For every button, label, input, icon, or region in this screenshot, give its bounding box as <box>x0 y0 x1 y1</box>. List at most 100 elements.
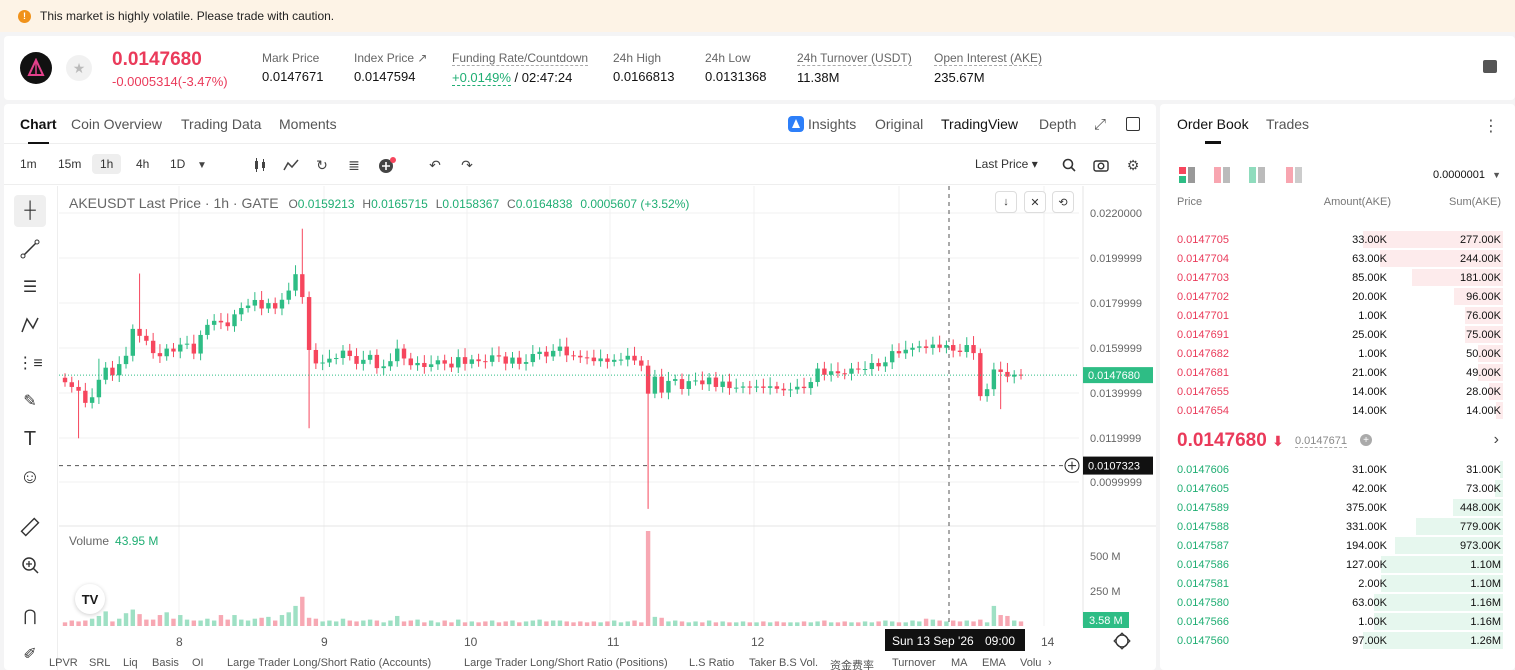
magnet-icon[interactable]: ⋂ <box>14 600 46 632</box>
ruler-icon[interactable] <box>14 511 46 543</box>
interval-1m[interactable]: 1m <box>20 157 37 171</box>
view-bids-icon[interactable] <box>1249 167 1265 188</box>
redo-icon[interactable]: ↷ <box>458 156 476 174</box>
compare-icon[interactable]: ↻ <box>313 156 331 174</box>
tab-trades[interactable]: Trades <box>1266 116 1309 132</box>
bid-row[interactable]: 0.0147605 42.00K 73.00K <box>1160 479 1515 498</box>
ind-lpvr[interactable]: LPVR <box>49 657 78 669</box>
bid-row[interactable]: 0.0147589 375.00K 448.00K <box>1160 498 1515 517</box>
precision-chevron-icon[interactable]: ▼ <box>1492 170 1501 180</box>
text-tool-icon[interactable]: T <box>14 423 46 455</box>
bid-row[interactable]: 0.0147606 31.00K 31.00K <box>1160 460 1515 479</box>
candle-body <box>991 369 997 390</box>
tab-trading-data[interactable]: Trading Data <box>181 116 261 132</box>
view-asks-icon[interactable] <box>1214 167 1230 188</box>
interval-1h[interactable]: 1h <box>92 154 122 174</box>
ask-row[interactable]: 0.0147655 14.00K 28.00K <box>1160 382 1515 401</box>
interval-15m[interactable]: 15m <box>58 157 81 171</box>
mid-price[interactable]: 0.0147680 ⬇ <box>1177 430 1284 452</box>
ind-ema[interactable]: EMA <box>982 657 1006 669</box>
stat-label: Index Price ↗ <box>354 51 428 65</box>
ask-row[interactable]: 0.0147705 33.00K 277.00K <box>1160 230 1515 249</box>
ind-srl[interactable]: SRL <box>89 657 110 669</box>
chevron-right-icon[interactable]: › <box>1048 657 1052 669</box>
zoom-in-icon[interactable] <box>14 549 46 581</box>
chevron-right-icon[interactable]: › <box>1494 431 1499 449</box>
favorite-star-icon[interactable]: ★ <box>66 55 92 81</box>
ind-liq[interactable]: Liq <box>123 657 138 669</box>
ask-row[interactable]: 0.0147703 85.00K 181.00K <box>1160 268 1515 287</box>
price-chart[interactable]: 0.0220000 0.0199999 0.0179999 0.0159999 0.01… <box>59 186 1156 670</box>
bid-row[interactable]: 0.0147587 194.00K 973.00K <box>1160 536 1515 555</box>
pattern-icon[interactable] <box>14 309 46 341</box>
add-indicator-icon[interactable] <box>378 156 396 174</box>
camera-icon[interactable] <box>1092 156 1110 174</box>
ask-row[interactable]: 0.0147654 14.00K 14.00K <box>1160 401 1515 420</box>
ind-ma[interactable]: MA <box>951 657 968 669</box>
trend-line-icon[interactable] <box>14 233 46 265</box>
view-tradingview[interactable]: TradingView <box>941 116 1018 132</box>
ind-funding-rate[interactable]: 资金费率 <box>830 657 874 670</box>
reset-icon[interactable]: ⟲ <box>1052 191 1074 213</box>
ind-oi[interactable]: OI <box>192 657 204 669</box>
price-type-select[interactable]: Last Price ▾ <box>975 157 1038 171</box>
horizontal-lines-icon[interactable]: ☰ <box>14 271 46 303</box>
crosshair-icon[interactable]: ┼ <box>14 195 46 227</box>
bid-row[interactable]: 0.0147566 1.00K 1.16M <box>1160 612 1515 631</box>
undo-icon[interactable]: ↶ <box>426 156 444 174</box>
view-insights[interactable]: Insights <box>788 116 856 132</box>
tab-moments[interactable]: Moments <box>279 116 337 132</box>
ask-row[interactable]: 0.0147681 21.00K 49.00K <box>1160 363 1515 382</box>
ind-volume[interactable]: Volu <box>1020 657 1041 669</box>
pencil-icon[interactable]: ✐ <box>14 638 46 670</box>
ind-turnover[interactable]: Turnover <box>892 657 936 669</box>
ask-row[interactable]: 0.0147701 1.00K 76.00K <box>1160 306 1515 325</box>
precision-select[interactable]: 0.0000001 <box>1433 169 1485 181</box>
emoji-icon[interactable]: ☺ <box>14 461 46 493</box>
settings-gear-icon[interactable]: ⚙ <box>1124 156 1142 174</box>
ask-row[interactable]: 0.0147682 1.00K 50.00K <box>1160 344 1515 363</box>
ind-basis[interactable]: Basis <box>152 657 179 669</box>
search-icon[interactable] <box>1060 156 1078 174</box>
ask-row[interactable]: 0.0147702 20.00K 96.00K <box>1160 287 1515 306</box>
bid-row[interactable]: 0.0147586 127.00K 1.10M <box>1160 555 1515 574</box>
ask-row[interactable]: 0.0147691 25.00K 75.00K <box>1160 325 1515 344</box>
tradingview-logo-icon[interactable]: TV <box>75 584 105 614</box>
candle-type-icon[interactable] <box>251 156 269 174</box>
more-icon[interactable]: ⋮ <box>1483 116 1499 136</box>
collapse-icon[interactable]: ✕ <box>1024 191 1046 213</box>
view-original[interactable]: Original <box>875 116 923 132</box>
measure-icon[interactable]: ⋮≡ <box>14 347 46 379</box>
bid-row[interactable]: 0.0147588 331.00K 779.00K <box>1160 517 1515 536</box>
view-both-icon[interactable] <box>1179 167 1195 188</box>
ind-ltlsr-positions[interactable]: Large Trader Long/Short Ratio (Positions… <box>464 657 668 669</box>
stat-index-price[interactable]: Index Price ↗ 0.0147594 <box>354 51 427 84</box>
bid-row[interactable]: 0.0147560 97.00K 1.26M <box>1160 631 1515 650</box>
ask-row[interactable]: 0.0147704 63.00K 244.00K <box>1160 249 1515 268</box>
view-depth[interactable]: Depth <box>1039 116 1076 132</box>
chevron-down-icon[interactable]: ▼ <box>193 156 211 174</box>
bid-row[interactable]: 0.0147581 2.00K 1.10M <box>1160 574 1515 593</box>
row-amount: 21.00K <box>1352 367 1387 379</box>
window-icon[interactable] <box>1126 117 1140 131</box>
guide-book-icon[interactable] <box>1483 60 1497 73</box>
interval-4h[interactable]: 4h <box>136 157 149 171</box>
volume-bar <box>469 621 475 626</box>
view-split-icon[interactable] <box>1286 167 1302 188</box>
ind-ltlsr-accounts[interactable]: Large Trader Long/Short Ratio (Accounts) <box>227 657 431 669</box>
funding-countdown: / 02:47:24 <box>510 70 573 85</box>
mark-info-icon[interactable]: + <box>1360 434 1372 446</box>
expand-icon[interactable]: ⤢ <box>1094 116 1106 133</box>
bid-row[interactable]: 0.0147580 63.00K 1.16M <box>1160 593 1515 612</box>
scroll-down-icon[interactable]: ↓ <box>995 191 1017 213</box>
tab-order-book[interactable]: Order Book <box>1177 116 1249 144</box>
tab-coin-overview[interactable]: Coin Overview <box>71 116 162 132</box>
ind-taker-bs[interactable]: Taker B.S Vol. <box>749 657 818 669</box>
tab-chart[interactable]: Chart <box>20 116 57 144</box>
indicators-icon[interactable] <box>282 156 300 174</box>
ind-ls-ratio[interactable]: L.S Ratio <box>689 657 734 669</box>
brush-icon[interactable]: ✎ <box>14 385 46 417</box>
interval-1d[interactable]: 1D <box>170 157 185 171</box>
templates-icon[interactable]: ≣ <box>345 156 363 174</box>
stat-funding-rate[interactable]: Funding Rate/Countdown +0.0149% / 02:47:2… <box>452 51 589 86</box>
